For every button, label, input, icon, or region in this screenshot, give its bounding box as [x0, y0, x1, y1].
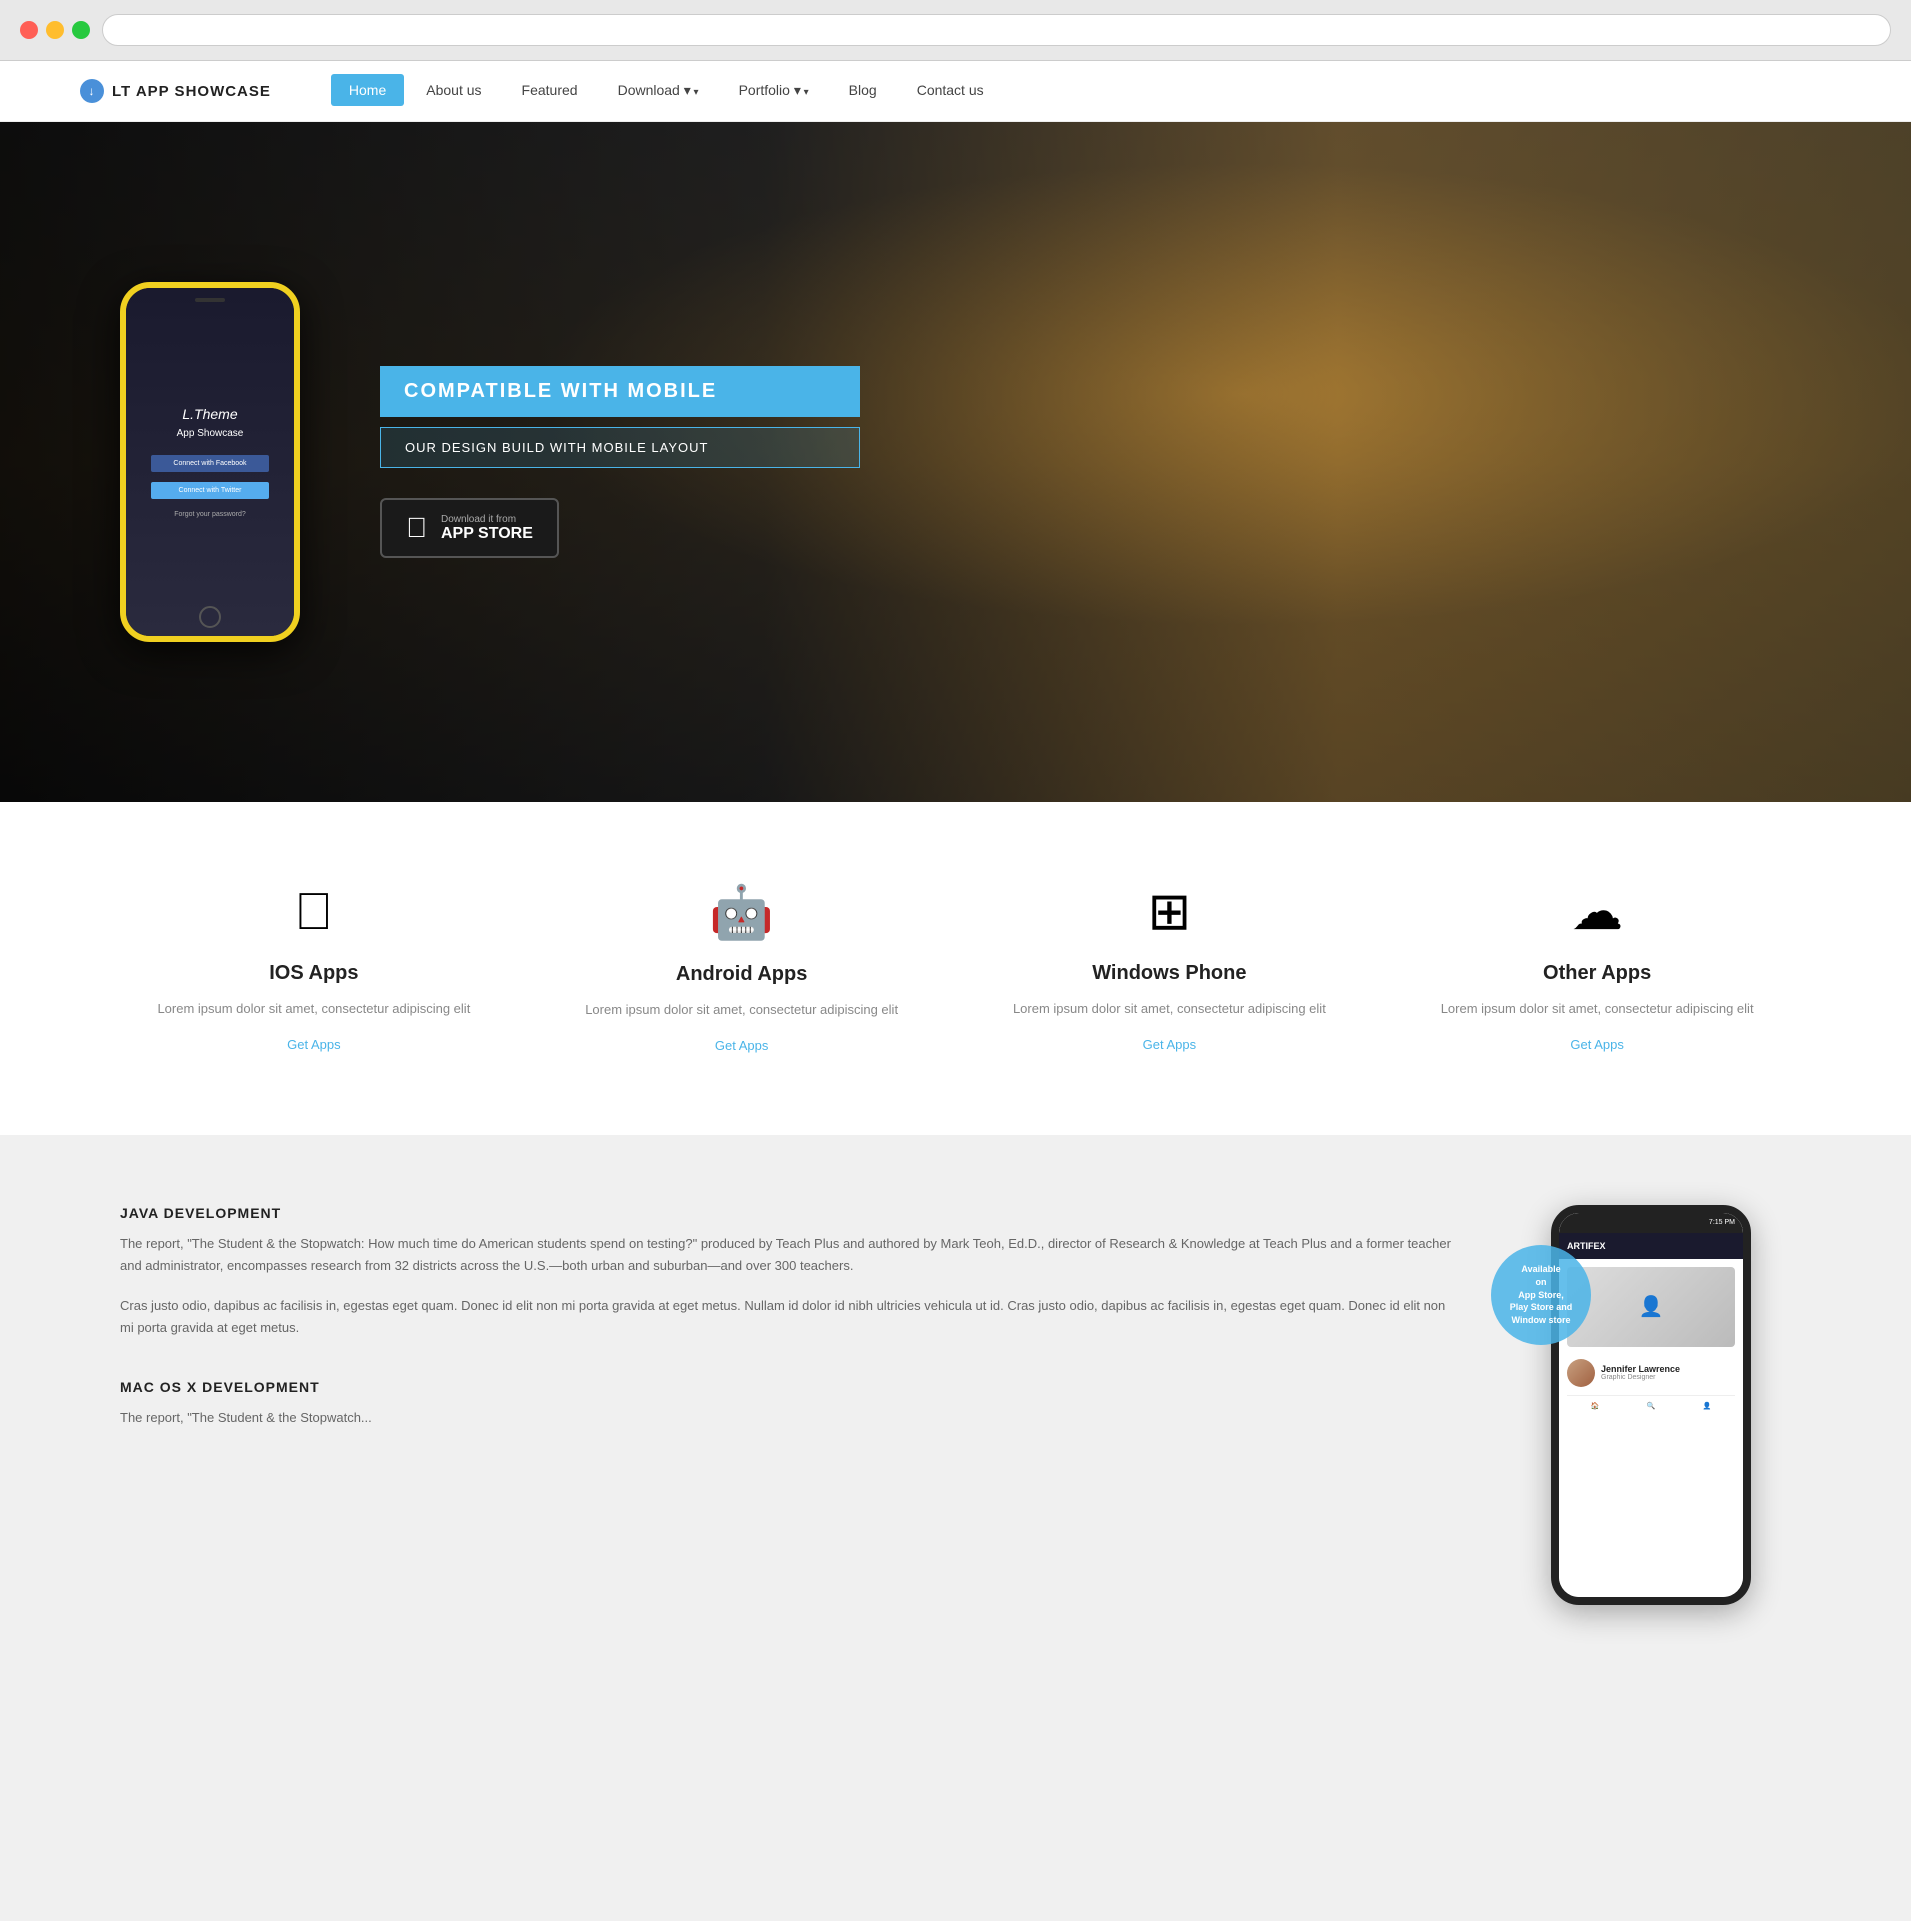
- nav-link-portfolio[interactable]: Portfolio ▾: [721, 74, 827, 106]
- feature-mac-title: MAC OS X DEVELOPMENT: [120, 1379, 1451, 1395]
- badge-line1: Available: [1521, 1263, 1560, 1276]
- app-card-windows: ⊞ Windows Phone Lorem ipsum dolor sit am…: [976, 882, 1364, 1055]
- phone2-nav-home[interactable]: 🏠: [1591, 1402, 1600, 1410]
- hero-headline: COMPATIBLE WITH MOBILE: [380, 366, 860, 417]
- phone-title: L.Theme: [182, 406, 237, 422]
- nav-item-portfolio[interactable]: Portfolio ▾: [721, 82, 827, 100]
- browser-dots: [20, 21, 90, 39]
- appstore-button[interactable]:  Download it from APP STORE: [380, 498, 559, 558]
- phone2-person-info: Jennifer Lawrence Graphic Designer: [1601, 1364, 1680, 1381]
- android-link[interactable]: Get Apps: [715, 1038, 768, 1053]
- dot-yellow[interactable]: [46, 21, 64, 39]
- cloud-icon: ☁: [1403, 882, 1791, 942]
- appstore-main-text: APP STORE: [441, 525, 533, 543]
- ios-icon: : [120, 882, 508, 942]
- nav-item-blog[interactable]: Blog: [831, 82, 895, 100]
- nav-link-blog[interactable]: Blog: [831, 74, 895, 106]
- phone2-nav-search[interactable]: 🔍: [1647, 1402, 1656, 1410]
- android-desc: Lorem ipsum dolor sit amet, consectetur …: [548, 1000, 936, 1021]
- phone-mockup: L.Theme App Showcase Connect with Facebo…: [120, 282, 300, 642]
- features-section: JAVA DEVELOPMENT The report, "The Studen…: [0, 1135, 1911, 1675]
- nav-link-about[interactable]: About us: [408, 74, 499, 106]
- nav-item-contact[interactable]: Contact us: [899, 82, 1002, 100]
- phone-home-button: [199, 606, 221, 628]
- logo-icon: ↓: [80, 79, 104, 103]
- other-title: Other Apps: [1403, 962, 1791, 985]
- phone2-img-label: 👤: [1639, 1294, 1664, 1319]
- windows-icon: ⊞: [976, 882, 1364, 942]
- phone2-bottom-nav: 🏠 🔍 👤: [1567, 1395, 1735, 1416]
- ios-desc: Lorem ipsum dolor sit amet, consectetur …: [120, 999, 508, 1020]
- windows-title: Windows Phone: [976, 962, 1364, 985]
- appstore-pre-text: Download it from: [441, 514, 533, 525]
- nav-item-featured[interactable]: Featured: [504, 82, 596, 100]
- address-bar[interactable]: [102, 14, 1891, 46]
- phone2-time: 7:15 PM: [1709, 1219, 1735, 1226]
- other-desc: Lorem ipsum dolor sit amet, consectetur …: [1403, 999, 1791, 1020]
- phone-speaker: [195, 298, 225, 302]
- available-badge: Available on App Store, Play Store and W…: [1491, 1245, 1591, 1345]
- badge-line5: Window store: [1512, 1314, 1571, 1327]
- phone2-image: 👤: [1567, 1267, 1735, 1347]
- nav-link-featured[interactable]: Featured: [504, 74, 596, 106]
- phone2-status-bar: 7:15 PM: [1559, 1213, 1743, 1233]
- badge-line4: Play Store and: [1510, 1301, 1573, 1314]
- nav-item-home[interactable]: Home: [331, 82, 404, 100]
- phone-twitter-btn[interactable]: Connect with Twitter: [151, 482, 269, 499]
- nav-link-home[interactable]: Home: [331, 74, 404, 106]
- phone2-person-subtitle: Graphic Designer: [1601, 1374, 1680, 1381]
- hero-content: L.Theme App Showcase Connect with Facebo…: [0, 282, 1911, 642]
- site-wrapper: ↓ LT APP SHOWCASE Home About us Featured…: [0, 61, 1911, 1675]
- hero-subline: OUR DESIGN BUILD WITH MOBILE LAYOUT: [380, 427, 860, 468]
- features-text: JAVA DEVELOPMENT The report, "The Studen…: [120, 1205, 1451, 1469]
- hero-text: COMPATIBLE WITH MOBILE OUR DESIGN BUILD …: [380, 366, 1791, 558]
- hero-section: L.Theme App Showcase Connect with Facebo…: [0, 122, 1911, 802]
- app-card-other: ☁ Other Apps Lorem ipsum dolor sit amet,…: [1403, 882, 1791, 1055]
- features-phone-area: Available on App Store, Play Store and W…: [1511, 1205, 1791, 1605]
- logo[interactable]: ↓ LT APP SHOWCASE: [80, 79, 271, 103]
- ios-title: IOS Apps: [120, 962, 508, 985]
- dot-green[interactable]: [72, 21, 90, 39]
- phone-app-name: App Showcase: [177, 428, 244, 439]
- feature-java: JAVA DEVELOPMENT The report, "The Studen…: [120, 1205, 1451, 1339]
- badge-line2: on: [1536, 1276, 1547, 1289]
- feature-java-desc1: The report, "The Student & the Stopwatch…: [120, 1233, 1451, 1277]
- navbar: ↓ LT APP SHOWCASE Home About us Featured…: [0, 61, 1911, 122]
- phone2-avatar: [1567, 1359, 1595, 1387]
- other-link[interactable]: Get Apps: [1570, 1037, 1623, 1052]
- phone-screen: L.Theme App Showcase Connect with Facebo…: [126, 288, 294, 636]
- phone2-app-header: ARTIFEX: [1559, 1233, 1743, 1259]
- appstore-text: Download it from APP STORE: [441, 514, 533, 543]
- feature-java-desc2: Cras justo odio, dapibus ac facilisis in…: [120, 1295, 1451, 1339]
- badge-line3: App Store,: [1518, 1289, 1564, 1302]
- app-card-android: 🤖 Android Apps Lorem ipsum dolor sit ame…: [548, 882, 936, 1055]
- apple-icon: : [406, 512, 427, 544]
- app-card-ios:  IOS Apps Lorem ipsum dolor sit amet, c…: [120, 882, 508, 1055]
- feature-mac: MAC OS X DEVELOPMENT The report, "The St…: [120, 1379, 1451, 1429]
- feature-mac-desc: The report, "The Student & the Stopwatch…: [120, 1407, 1451, 1429]
- phone2-app-name: ARTIFEX: [1567, 1241, 1606, 1251]
- nav-item-about[interactable]: About us: [408, 82, 499, 100]
- windows-link[interactable]: Get Apps: [1143, 1037, 1196, 1052]
- phone-forgot[interactable]: Forgot your password?: [174, 511, 246, 518]
- nav-link-download[interactable]: Download ▾: [600, 74, 717, 106]
- phone2-person-name: Jennifer Lawrence: [1601, 1364, 1680, 1374]
- android-icon: 🤖: [548, 882, 936, 943]
- nav-item-download[interactable]: Download ▾: [600, 82, 717, 100]
- feature-java-title: JAVA DEVELOPMENT: [120, 1205, 1451, 1221]
- dot-red[interactable]: [20, 21, 38, 39]
- nav-links: Home About us Featured Download ▾ Portfo…: [331, 82, 1002, 100]
- apps-section:  IOS Apps Lorem ipsum dolor sit amet, c…: [0, 802, 1911, 1135]
- logo-text: LT APP SHOWCASE: [112, 83, 271, 100]
- nav-link-contact[interactable]: Contact us: [899, 74, 1002, 106]
- phone2-profile: Jennifer Lawrence Graphic Designer: [1567, 1355, 1735, 1391]
- windows-desc: Lorem ipsum dolor sit amet, consectetur …: [976, 999, 1364, 1020]
- android-title: Android Apps: [548, 963, 936, 986]
- browser-chrome: [0, 0, 1911, 61]
- ios-link[interactable]: Get Apps: [287, 1037, 340, 1052]
- phone2-nav-user[interactable]: 👤: [1703, 1402, 1712, 1410]
- phone2-screen: 7:15 PM ARTIFEX 👤 Jennifer Lawrence: [1559, 1213, 1743, 1597]
- phone-facebook-btn[interactable]: Connect with Facebook: [151, 455, 269, 472]
